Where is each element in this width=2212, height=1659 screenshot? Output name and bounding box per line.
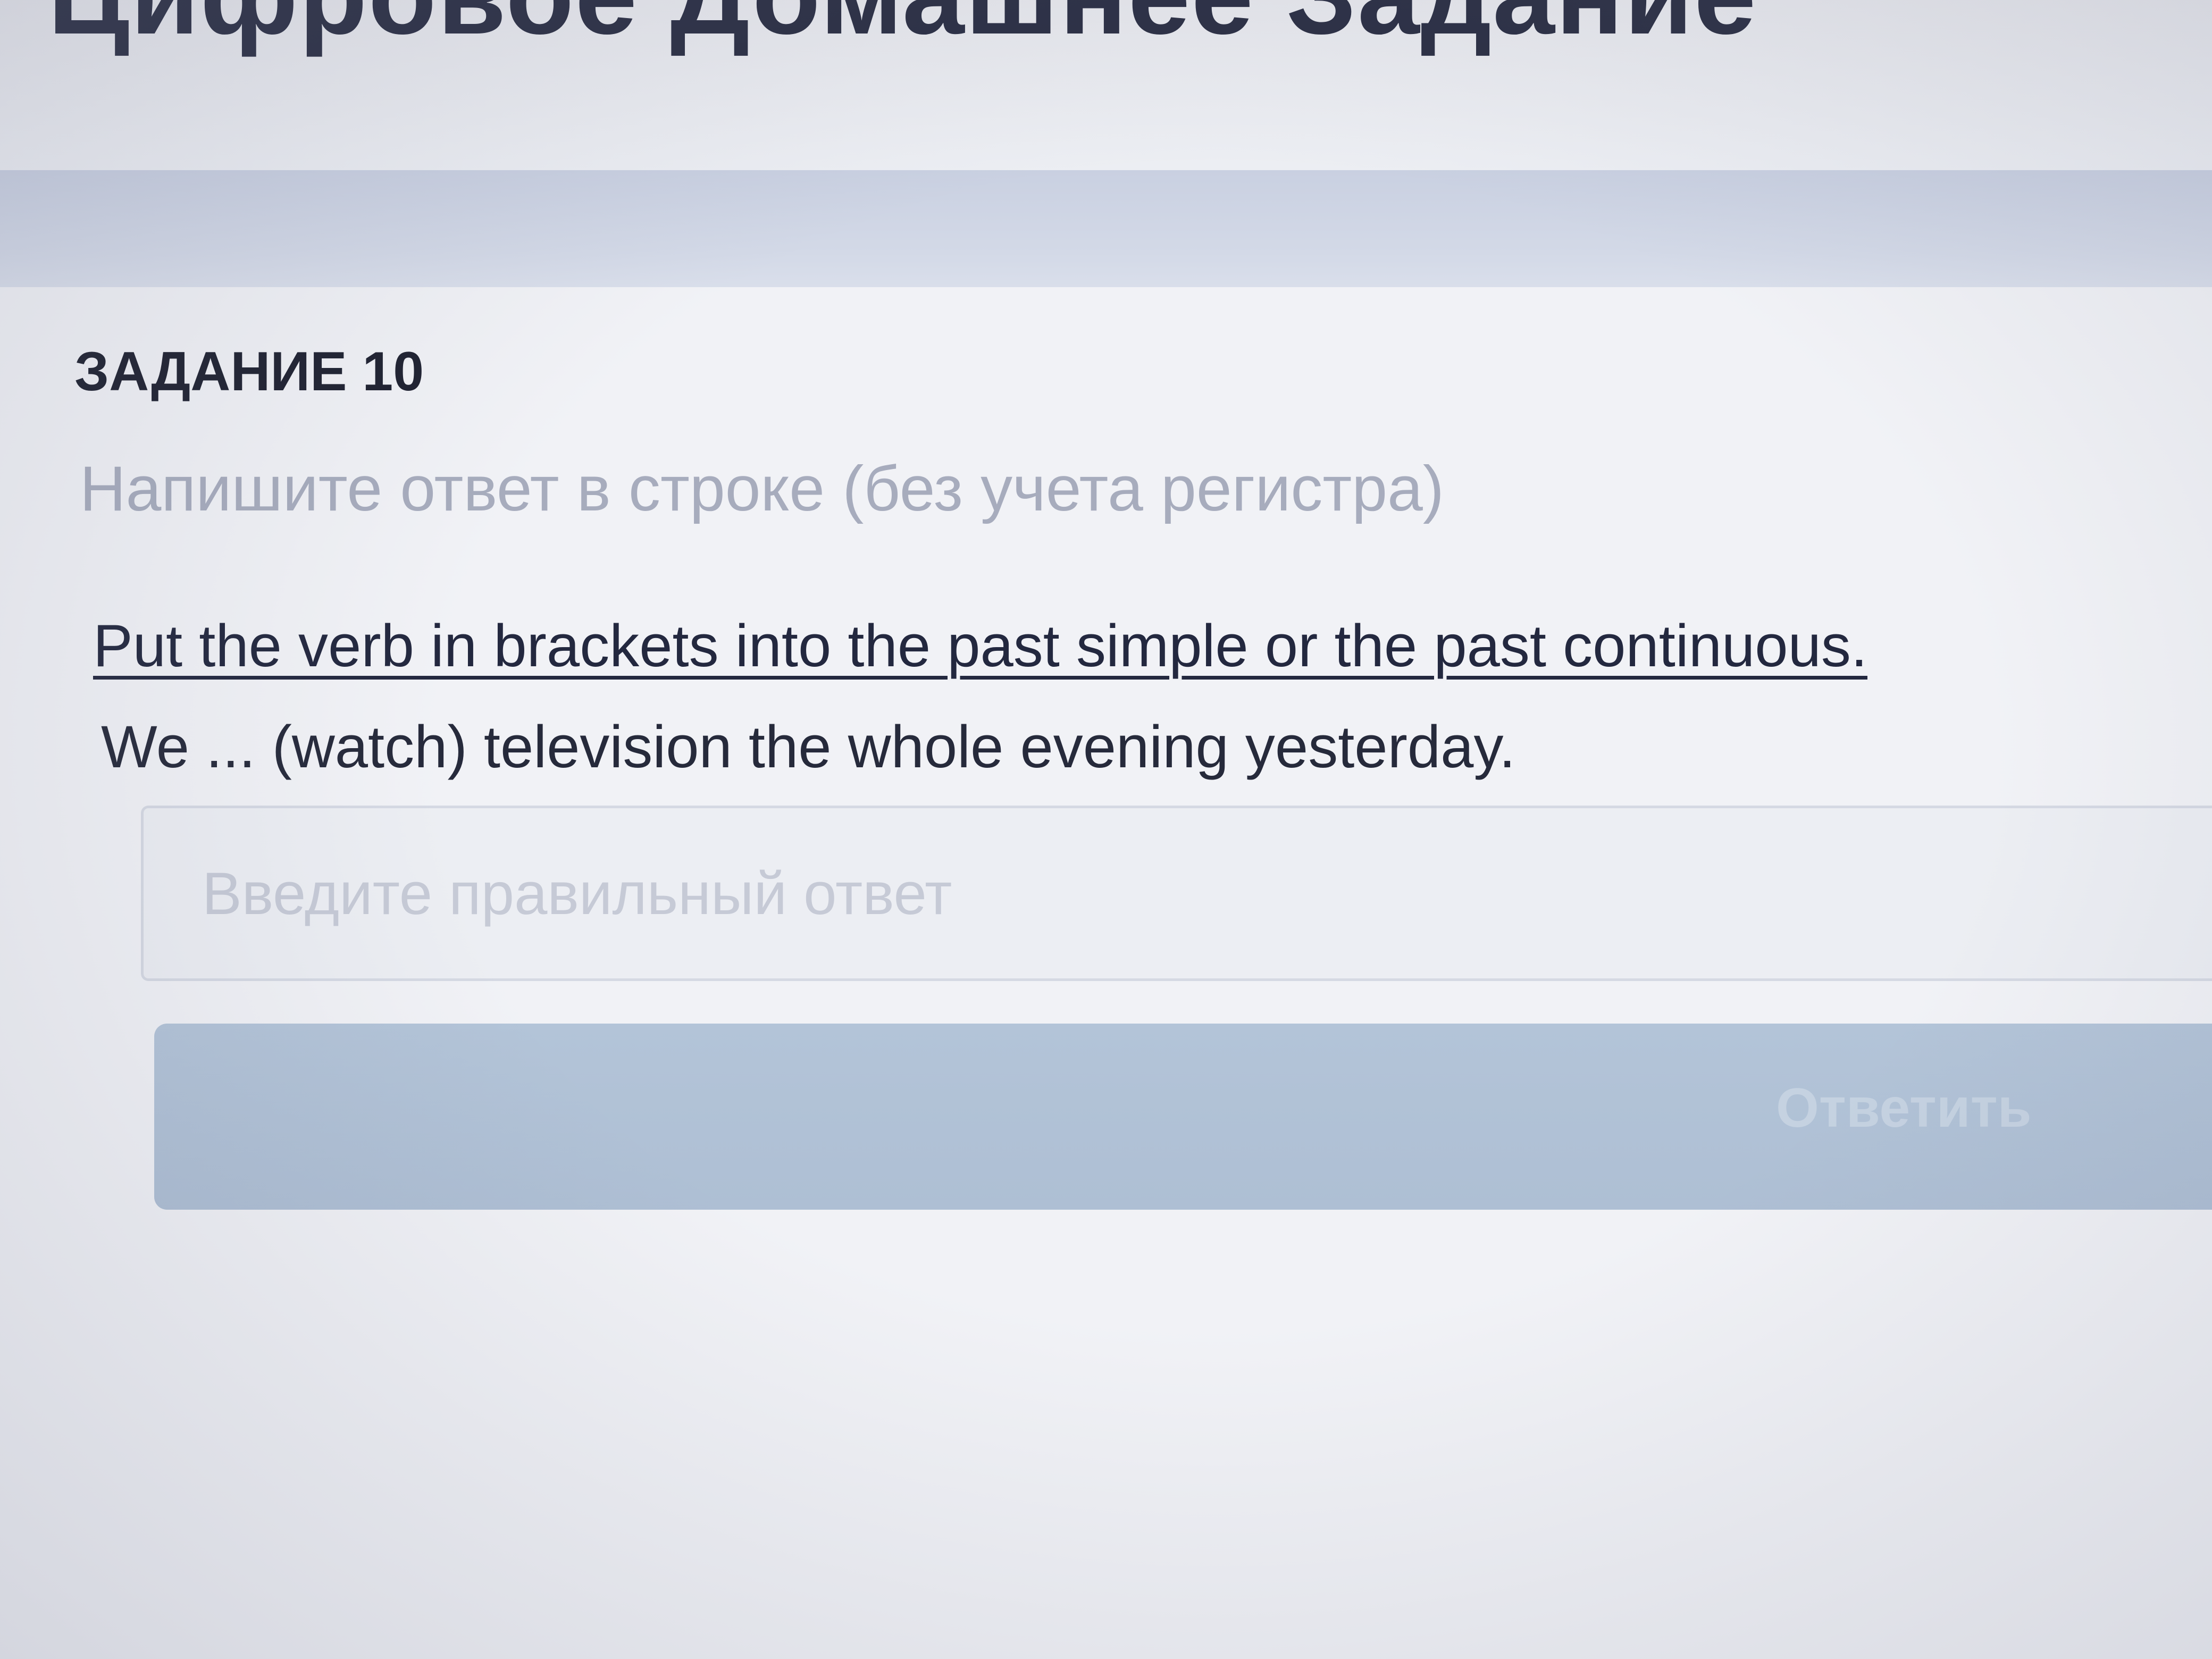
task-instruction: Напишите ответ в строке (без учета регис…: [80, 453, 1444, 524]
submit-button[interactable]: Ответить: [154, 1024, 2212, 1210]
answer-input[interactable]: [141, 806, 2212, 981]
page-title: Цифровое Домашнее Задание: [48, 0, 1757, 60]
page-header: Цифровое Домашнее Задание: [0, 0, 2212, 170]
task-question: Put the verb in brackets into the past s…: [93, 613, 1867, 679]
task-number: ЗАДАНИЕ 10: [74, 341, 424, 403]
submit-button-label: Ответить: [1776, 1077, 2032, 1139]
task-sentence: We ... (watch) television the whole even…: [101, 714, 1516, 780]
